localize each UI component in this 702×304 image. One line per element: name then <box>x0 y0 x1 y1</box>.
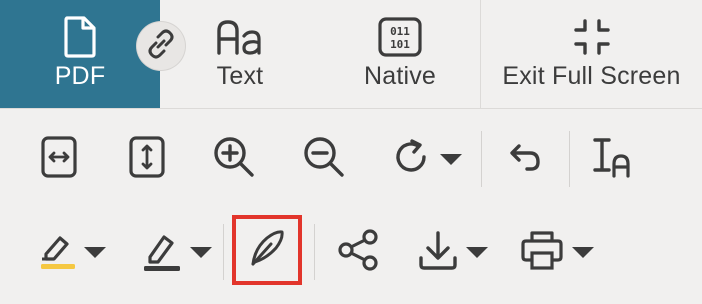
draw-button[interactable] <box>134 224 218 280</box>
highlighter-icon <box>38 228 78 277</box>
text-format-icon <box>215 14 265 60</box>
rotate-button[interactable] <box>384 134 468 184</box>
print-button[interactable] <box>512 224 600 280</box>
zoom-out-button[interactable] <box>296 134 352 184</box>
fit-width-icon <box>39 135 79 184</box>
tab-pdf[interactable]: PDF <box>0 0 160 108</box>
chevron-down-icon <box>572 246 594 258</box>
tab-label: Text <box>216 62 264 90</box>
tab-text[interactable]: Text <box>160 0 320 108</box>
chevron-down-icon <box>440 153 462 165</box>
download-button[interactable] <box>410 224 494 280</box>
chevron-down-icon <box>466 246 488 258</box>
tab-exit-full-screen[interactable]: Exit Full Screen <box>480 0 702 108</box>
zoom-in-icon <box>211 134 257 185</box>
exit-fullscreen-icon <box>572 14 612 60</box>
print-icon <box>518 227 566 278</box>
text-size-icon <box>590 134 638 185</box>
zoom-in-button[interactable] <box>206 134 262 184</box>
tab-label: PDF <box>54 62 106 90</box>
fit-height-icon <box>127 135 167 184</box>
share-icon <box>334 226 382 279</box>
undo-icon <box>505 137 545 182</box>
fit-height-button[interactable] <box>122 134 172 184</box>
rotate-icon <box>390 135 434 184</box>
view-mode-tabs: PDF Text 011 101 Native Exit Full Screen <box>0 0 702 109</box>
toolbar-divider <box>569 131 570 187</box>
text-size-button[interactable] <box>586 134 642 184</box>
svg-text:011: 011 <box>390 25 410 38</box>
link-icon <box>144 27 178 66</box>
chevron-down-icon <box>190 246 212 258</box>
pen-icon <box>140 227 184 278</box>
chevron-down-icon <box>84 246 106 258</box>
link-button[interactable] <box>137 22 185 70</box>
zoom-out-icon <box>301 134 347 185</box>
highlight-button[interactable] <box>32 224 112 280</box>
svg-text:101: 101 <box>390 38 410 51</box>
pdf-toolbar <box>0 109 702 304</box>
share-button[interactable] <box>330 224 386 280</box>
binary-icon: 011 101 <box>377 14 423 60</box>
toolbar-divider <box>481 131 482 187</box>
toolbar-divider <box>314 224 315 280</box>
toolbar-divider <box>223 224 224 280</box>
tab-label: Exit Full Screen <box>502 62 681 90</box>
active-tool-highlight <box>232 215 302 285</box>
fit-width-button[interactable] <box>34 134 84 184</box>
tab-label: Native <box>363 62 437 90</box>
download-icon <box>416 227 460 278</box>
document-icon <box>62 14 98 60</box>
tab-native[interactable]: 011 101 Native <box>320 0 480 108</box>
undo-button[interactable] <box>500 134 550 184</box>
